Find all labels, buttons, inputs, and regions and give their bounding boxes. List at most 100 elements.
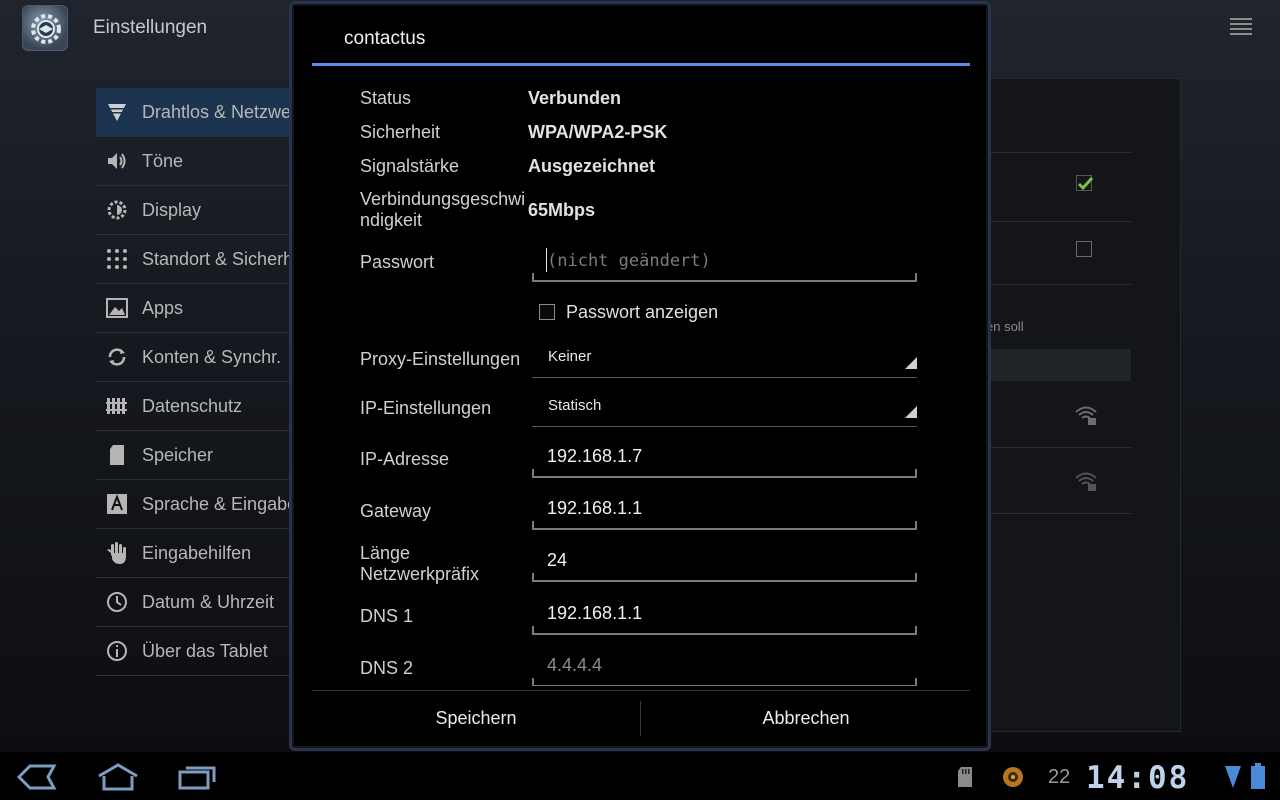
proxy-dropdown[interactable]: Keiner bbox=[532, 338, 917, 378]
info-icon bbox=[104, 638, 130, 664]
nav-item-location-security[interactable]: Standort & Sicherheit bbox=[96, 235, 316, 284]
speed-label: Verbindungsgeschwindigkeit bbox=[360, 189, 526, 230]
wifi-locked-icon bbox=[1075, 472, 1097, 491]
wifi-icon bbox=[104, 99, 130, 125]
security-label: Sicherheit bbox=[360, 122, 441, 142]
speaker-icon bbox=[104, 148, 130, 174]
nav-label: Standort & Sicherheit bbox=[142, 248, 313, 269]
proxy-value: Keiner bbox=[548, 348, 592, 365]
button-separator bbox=[640, 701, 641, 736]
cancel-button[interactable]: Abbrechen bbox=[642, 691, 970, 746]
divider bbox=[986, 513, 1131, 514]
prefix-length-label: Länge Netzwerkpräfix bbox=[360, 543, 480, 584]
show-password-label[interactable]: Passwort anzeigen bbox=[566, 302, 718, 323]
gateway-field[interactable]: 192.168.1.1 bbox=[532, 490, 917, 530]
ip-address-field[interactable]: 192.168.1.7 bbox=[532, 438, 917, 478]
battery-icon[interactable] bbox=[1250, 762, 1266, 790]
ip-settings-value: Statisch bbox=[548, 397, 602, 414]
wifi-locked-icon bbox=[1075, 406, 1097, 425]
setting-summary-text: en soll bbox=[986, 319, 1024, 334]
save-button[interactable]: Speichern bbox=[312, 691, 640, 746]
nav-label: Datum & Uhrzeit bbox=[142, 591, 275, 612]
dns1-field[interactable]: 192.168.1.1 bbox=[532, 595, 917, 635]
signal-value: Ausgezeichnet bbox=[528, 156, 656, 176]
status-label: Status bbox=[360, 88, 412, 108]
nav-item-accessibility[interactable]: Eingabehilfen bbox=[96, 529, 316, 578]
dialog-title: contactus bbox=[344, 28, 426, 49]
ip-settings-dropdown[interactable]: Statisch bbox=[532, 387, 917, 427]
show-password-checkbox[interactable] bbox=[539, 304, 555, 320]
ip-address-label: IP-Adresse bbox=[360, 449, 450, 469]
notification-count[interactable]: 22 bbox=[1048, 766, 1070, 789]
divider bbox=[986, 221, 1131, 222]
section-header bbox=[986, 349, 1131, 381]
brightness-icon bbox=[104, 197, 130, 223]
dns1-label: DNS 1 bbox=[360, 606, 414, 626]
nav-item-about-tablet[interactable]: Über das Tablet bbox=[96, 627, 316, 676]
language-icon bbox=[104, 491, 130, 517]
sync-icon bbox=[104, 344, 130, 370]
nav-label: Sprache & Eingabe bbox=[142, 493, 298, 514]
nav-label: Konten & Synchr. bbox=[142, 346, 282, 367]
ip-address-value: 192.168.1.7 bbox=[547, 446, 643, 466]
nav-label: Töne bbox=[142, 150, 184, 171]
dns2-field[interactable]: 4.4.4.4 bbox=[532, 647, 917, 686]
wifi-settings-panel: en soll bbox=[985, 78, 1181, 732]
prefix-length-field[interactable]: 24 bbox=[532, 542, 917, 582]
notification-app-icon[interactable] bbox=[1002, 766, 1024, 788]
status-value: Verbunden bbox=[528, 88, 622, 108]
divider bbox=[986, 152, 1131, 153]
nav-item-language-input[interactable]: Sprache & Eingabe bbox=[96, 480, 316, 529]
dialog-body: Status Verbunden Sicherheit WPA/WPA2-PSK… bbox=[312, 74, 970, 686]
network-notify-checkbox[interactable] bbox=[1076, 241, 1092, 257]
dialog-button-bar: Speichern Abbrechen bbox=[312, 690, 970, 745]
overflow-menu-icon[interactable] bbox=[1228, 16, 1254, 40]
dropdown-arrow-icon bbox=[905, 406, 917, 418]
signal-label: Signalstärke bbox=[360, 156, 460, 176]
app-title: Einstellungen bbox=[93, 17, 208, 38]
speed-value: 65Mbps bbox=[528, 200, 596, 220]
dns2-value: 4.4.4.4 bbox=[547, 655, 603, 675]
security-value: WPA/WPA2-PSK bbox=[528, 122, 668, 142]
wifi-checkbox[interactable] bbox=[1076, 175, 1094, 191]
proxy-label: Proxy-Einstellungen bbox=[360, 349, 521, 369]
nav-item-date-time[interactable]: Datum & Uhrzeit bbox=[96, 578, 316, 627]
home-icon[interactable] bbox=[96, 762, 140, 792]
ip-settings-label: IP-Einstellungen bbox=[360, 398, 492, 418]
prefix-length-value: 24 bbox=[547, 550, 568, 570]
dns2-label: DNS 2 bbox=[360, 658, 414, 678]
gateway-value: 192.168.1.1 bbox=[547, 498, 643, 518]
settings-app-icon[interactable] bbox=[22, 5, 68, 51]
nav-item-privacy[interactable]: Datenschutz bbox=[96, 382, 316, 431]
apps-icon bbox=[104, 295, 130, 321]
settings-gear-icon bbox=[31, 14, 61, 44]
sd-card-icon[interactable] bbox=[957, 766, 973, 788]
back-icon[interactable] bbox=[16, 762, 58, 792]
divider bbox=[986, 284, 1131, 285]
recent-apps-icon[interactable] bbox=[176, 762, 218, 792]
nav-item-wireless[interactable]: Drahtlos & Netzwerke bbox=[96, 88, 316, 137]
nav-label: Datenschutz bbox=[142, 395, 243, 416]
nav-label: Apps bbox=[142, 297, 184, 318]
settings-nav-list: Drahtlos & Netzwerke Töne Display Stando… bbox=[96, 88, 316, 676]
check-icon bbox=[1077, 176, 1094, 191]
nav-item-sounds[interactable]: Töne bbox=[96, 137, 316, 186]
wifi-network-dialog: contactus Status Verbunden Sicherheit WP… bbox=[289, 1, 991, 751]
nav-item-storage[interactable]: Speicher bbox=[96, 431, 316, 480]
nav-item-accounts-sync[interactable]: Konten & Synchr. bbox=[96, 333, 316, 382]
clock[interactable]: 14:08 bbox=[1086, 760, 1189, 796]
nav-label: Eingabehilfen bbox=[142, 542, 252, 563]
dialog-title-divider bbox=[312, 63, 970, 66]
divider bbox=[986, 447, 1131, 448]
nav-label: Über das Tablet bbox=[142, 640, 268, 661]
password-placeholder: (nicht geändert) bbox=[547, 251, 711, 271]
password-label: Passwort bbox=[360, 252, 435, 272]
password-field[interactable]: (nicht geändert) bbox=[532, 242, 917, 282]
wifi-signal-icon[interactable] bbox=[1224, 764, 1242, 790]
dns1-value: 192.168.1.1 bbox=[547, 603, 643, 623]
privacy-icon bbox=[104, 393, 130, 419]
nav-item-apps[interactable]: Apps bbox=[96, 284, 316, 333]
system-bar: 22 14:08 bbox=[0, 752, 1280, 800]
nav-item-display[interactable]: Display bbox=[96, 186, 316, 235]
storage-icon bbox=[104, 442, 130, 468]
